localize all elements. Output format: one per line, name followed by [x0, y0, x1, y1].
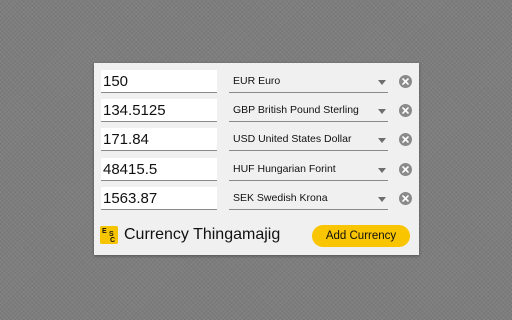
amount-input[interactable]	[101, 158, 217, 181]
currency-select-value: EUR Euro	[233, 75, 281, 87]
logo-letter: C	[110, 237, 116, 244]
converter-panel: EUR Euro GBP British Pound Sterling USD …	[94, 63, 419, 255]
currency-select[interactable]: GBP British Pound Sterling	[229, 100, 388, 122]
close-circle-icon	[402, 107, 409, 114]
currency-select-value: USD United States Dollar	[233, 133, 352, 145]
currency-row: SEK Swedish Krona	[99, 187, 415, 213]
remove-currency-button[interactable]	[399, 192, 412, 205]
close-circle-icon	[402, 78, 409, 85]
currency-row: GBP British Pound Sterling	[99, 99, 415, 125]
remove-currency-button[interactable]	[399, 133, 412, 146]
currency-select-value: SEK Swedish Krona	[233, 192, 328, 204]
currency-row: HUF Hungarian Forint	[99, 158, 415, 184]
add-currency-button[interactable]: Add Currency	[312, 225, 410, 247]
remove-currency-button[interactable]	[399, 163, 412, 176]
logo-letter: E	[102, 228, 107, 235]
remove-currency-button[interactable]	[399, 104, 412, 117]
app-title: Currency Thingamajig	[124, 226, 281, 243]
amount-input[interactable]	[101, 99, 217, 122]
remove-currency-button[interactable]	[399, 75, 412, 88]
currency-select-value: HUF Hungarian Forint	[233, 163, 336, 175]
dropdown-arrow-icon	[378, 109, 386, 114]
dropdown-arrow-icon	[378, 168, 386, 173]
amount-input[interactable]	[101, 70, 217, 93]
amount-input[interactable]	[101, 128, 217, 151]
amount-input[interactable]	[101, 187, 217, 210]
currency-select[interactable]: HUF Hungarian Forint	[229, 159, 388, 181]
dropdown-arrow-icon	[378, 138, 386, 143]
dropdown-arrow-icon	[378, 197, 386, 202]
currency-select[interactable]: SEK Swedish Krona	[229, 188, 388, 210]
currency-row: USD United States Dollar	[99, 128, 415, 154]
close-circle-icon	[402, 166, 409, 173]
dropdown-arrow-icon	[378, 80, 386, 85]
currency-select[interactable]: EUR Euro	[229, 71, 388, 93]
app-logo-icon: E S C	[100, 226, 118, 244]
currency-row: EUR Euro	[99, 70, 415, 96]
currency-select[interactable]: USD United States Dollar	[229, 129, 388, 151]
currency-select-value: GBP British Pound Sterling	[233, 104, 359, 116]
close-circle-icon	[402, 136, 409, 143]
close-circle-icon	[402, 195, 409, 202]
